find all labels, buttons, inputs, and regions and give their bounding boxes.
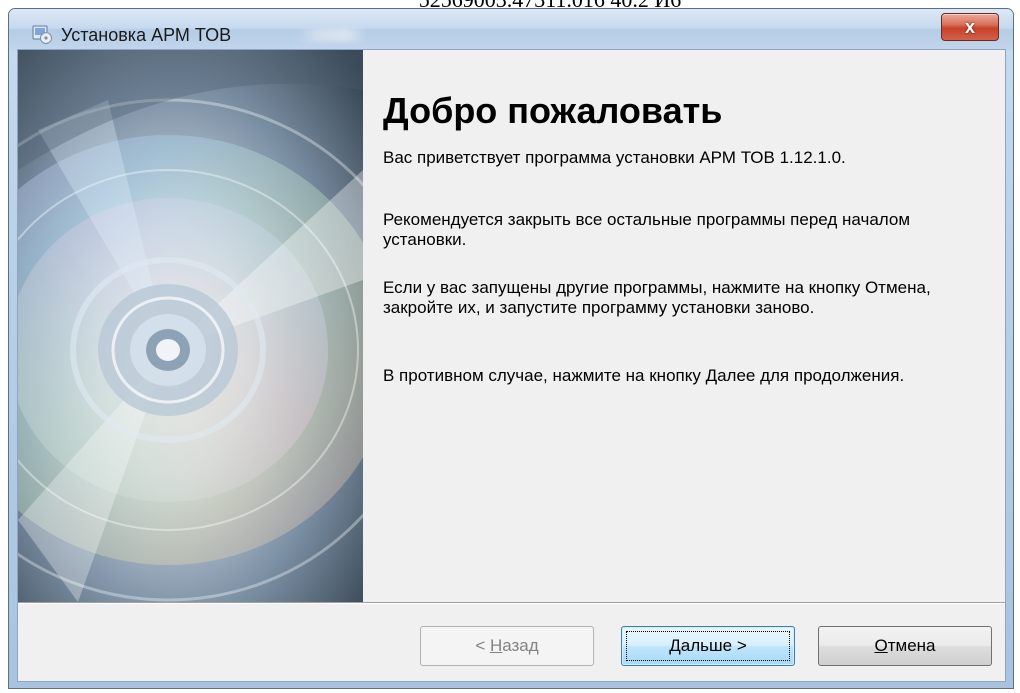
- back-button-label: азад: [502, 636, 539, 655]
- next-button-mnemonic: Д: [669, 636, 681, 655]
- back-button[interactable]: < Назад: [420, 626, 594, 666]
- redacted-title-suffix: [297, 28, 367, 42]
- button-separator: [18, 602, 1005, 604]
- next-button-label: альше >: [680, 636, 747, 655]
- welcome-paragraph-1: Вас приветствует программа установки АРМ…: [383, 148, 846, 167]
- welcome-panel: Добро пожаловать Вас приветствует програ…: [375, 50, 995, 602]
- close-icon: x: [964, 17, 975, 37]
- welcome-paragraph-2: Рекомендуется закрыть все остальные прог…: [383, 210, 911, 249]
- cancel-button[interactable]: Отмена: [818, 626, 992, 666]
- welcome-paragraph-4: В противном случае, нажмите на кнопку Да…: [383, 366, 905, 385]
- next-button[interactable]: Дальше >: [621, 626, 795, 666]
- close-button[interactable]: x: [941, 13, 999, 41]
- installer-window: Установка АРМ ТОВ x Добро пожаловать Вас…: [8, 8, 1014, 689]
- welcome-paragraph-3: Если у вас запущены другие программы, на…: [383, 278, 931, 317]
- title-bar[interactable]: Установка АРМ ТОВ x: [9, 9, 1013, 51]
- cancel-button-mnemonic: О: [874, 636, 888, 655]
- welcome-heading: Добро пожаловать: [383, 90, 723, 131]
- window-title: Установка АРМ ТОВ: [61, 25, 232, 45]
- installer-icon: [32, 25, 52, 44]
- back-button-prefix: <: [475, 636, 490, 655]
- cancel-button-label: тмена: [887, 636, 936, 655]
- cd-disc-image: [18, 50, 363, 602]
- wizard-body: Добро пожаловать Вас приветствует програ…: [17, 49, 1006, 682]
- back-button-mnemonic: Н: [489, 636, 503, 655]
- cd-disc-graphic: [18, 50, 363, 602]
